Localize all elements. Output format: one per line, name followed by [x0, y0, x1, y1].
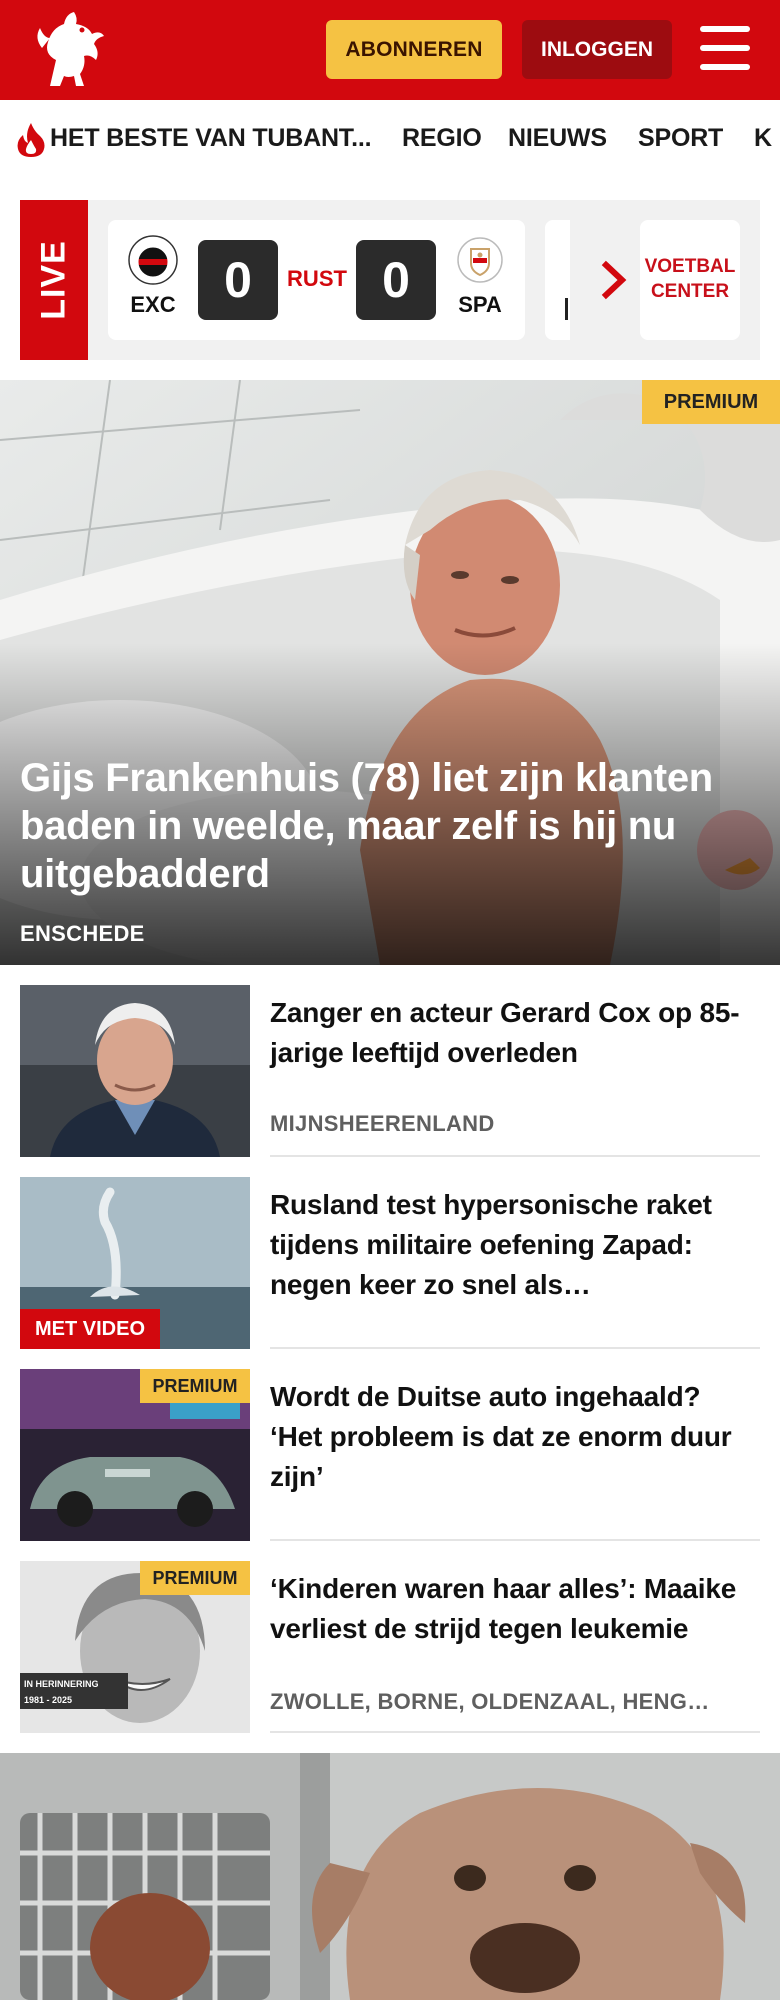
list-item[interactable]: IN HERINNERING 1981 - 2025 PREMIUM ‘Kind… — [20, 1561, 760, 1733]
nav-item-sport[interactable]: SPORT — [638, 124, 723, 153]
away-team-abbr: SPA — [458, 292, 502, 317]
voetbal-center-link[interactable]: VOETBAL CENTER — [640, 220, 740, 340]
home-team-abbr: EXC — [130, 292, 176, 317]
premium-badge: PREMIUM — [140, 1369, 250, 1403]
tubantia-logo[interactable] — [30, 8, 110, 92]
flame-icon — [17, 123, 45, 157]
list-item[interactable]: PREMIUM Wordt de Duitse auto ingehaald? … — [20, 1369, 760, 1541]
divider — [270, 1155, 760, 1157]
chevron-right-icon[interactable] — [590, 255, 640, 305]
section-nav: HET BESTE VAN TUBANT... REGIO NIEUWS SPO… — [0, 100, 780, 182]
article-title: ‘Kinderen waren haar alles’: Maaike verl… — [270, 1573, 737, 1644]
nav-item-best-of[interactable]: HET BESTE VAN TUBANT... — [50, 124, 372, 153]
subscribe-button[interactable]: ABONNEREN — [326, 20, 502, 79]
divider — [270, 1539, 760, 1541]
next-article-image[interactable] — [0, 1753, 780, 2000]
divider — [270, 1731, 760, 1733]
hero-title: Gijs Frankenhuis (78) liet zijn klanten … — [20, 756, 713, 896]
image-caption-years: 1981 - 2025 — [24, 1695, 72, 1705]
premium-badge: PREMIUM — [642, 380, 780, 424]
top-bar: ABONNEREN INLOGGEN — [0, 0, 780, 100]
live-label: LIVE — [20, 200, 88, 360]
home-score: 0 — [198, 240, 278, 320]
sparta-club-logo — [457, 237, 503, 283]
match-card[interactable]: EXC 0 RUST 0 SPA — [108, 220, 525, 340]
article-title: Wordt de Duitse auto ingehaald? ‘Het pro… — [270, 1381, 732, 1492]
login-button[interactable]: INLOGGEN — [522, 20, 672, 79]
live-scores-widget: LIVE EXC 0 RUST 0 SPA VOETBAL CENTER — [20, 200, 760, 360]
list-item[interactable]: Zanger en acteur Gerard Cox op 85-jarige… — [20, 985, 760, 1157]
hero-article[interactable]: PREMIUM Gijs Frankenhuis (78) liet zijn … — [0, 380, 780, 965]
article-title: Zanger en acteur Gerard Cox op 85-jarige… — [270, 997, 740, 1068]
image-caption-title: IN HERINNERING — [24, 1679, 99, 1689]
hero-location: ENSCHEDE — [20, 921, 145, 946]
excelsior-club-logo — [128, 235, 178, 285]
article-thumbnail — [20, 985, 250, 1157]
article-location: MIJNSHEERENLAND — [270, 1111, 495, 1136]
match-status: RUST — [287, 266, 347, 291]
away-score: 0 — [356, 240, 436, 320]
article-location: ZWOLLE, BORNE, OLDENZAAL, HENG… — [270, 1689, 710, 1714]
nav-item-truncated[interactable]: K — [754, 124, 772, 153]
nav-item-nieuws[interactable]: NIEUWS — [508, 124, 607, 153]
video-badge: MET VIDEO — [20, 1309, 160, 1349]
premium-badge: PREMIUM — [140, 1561, 250, 1595]
article-title: Rusland test hypersonische raket tijdens… — [270, 1189, 712, 1300]
hamburger-menu-icon[interactable] — [700, 26, 752, 72]
list-item[interactable]: MET VIDEO Rusland test hypersonische rak… — [20, 1177, 760, 1349]
divider — [270, 1347, 760, 1349]
nav-item-regio[interactable]: REGIO — [402, 124, 482, 153]
